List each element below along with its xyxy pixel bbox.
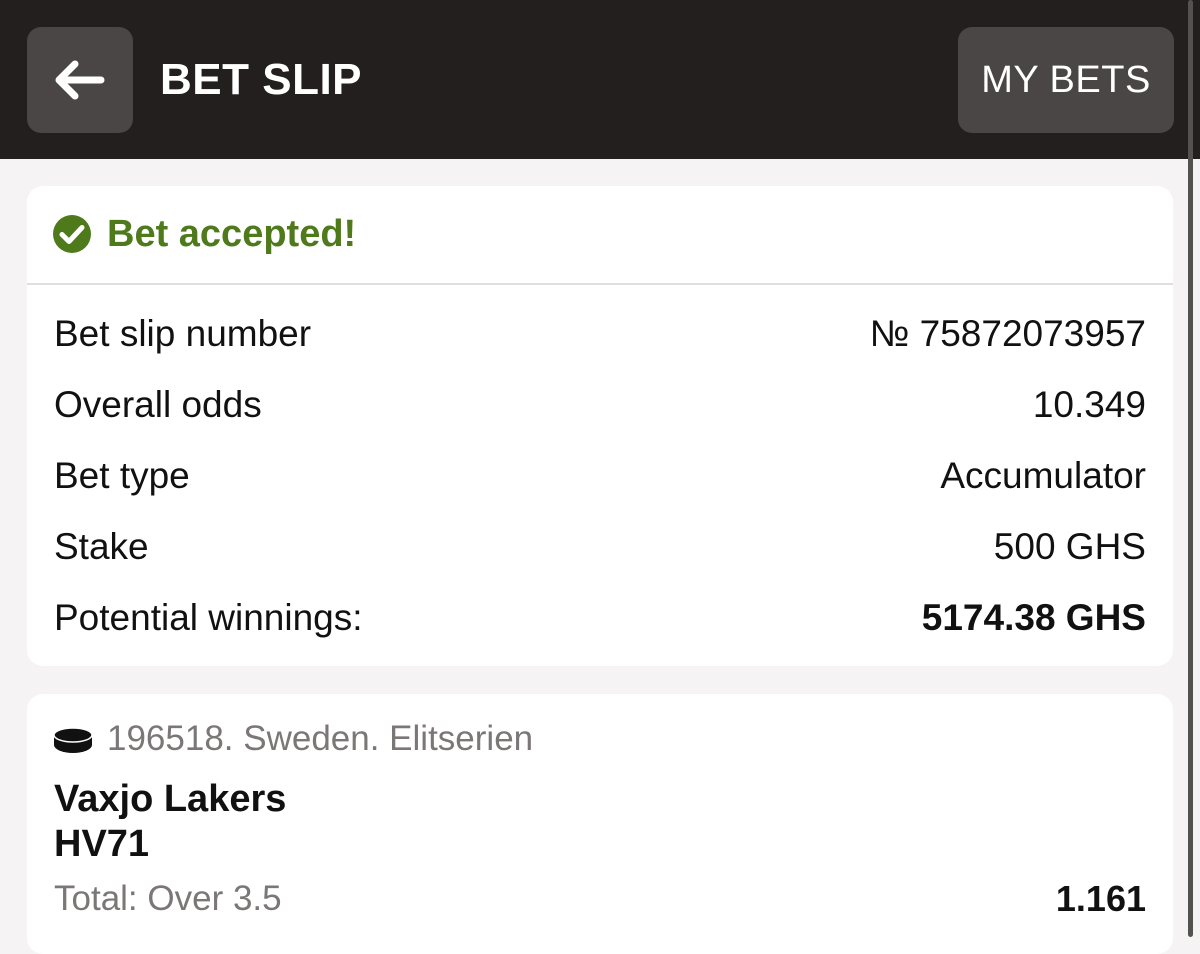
overall-odds-row: Overall odds 10.349 xyxy=(54,377,1146,433)
bet-type-row: Bet type Accumulator xyxy=(54,448,1146,504)
bet-accepted-text: Bet accepted! xyxy=(107,213,357,255)
stake-value: 500 GHS xyxy=(993,526,1146,567)
bet-slip-number-value: № 75872073957 xyxy=(869,313,1146,354)
my-bets-button[interactable]: MY BETS xyxy=(958,27,1174,133)
market-name: Total: Over 3.5 xyxy=(54,879,282,918)
potential-winnings-value: 5174.38 GHS xyxy=(921,597,1146,638)
bet-type-label: Bet type xyxy=(54,455,190,496)
check-circle-icon xyxy=(53,215,91,253)
bet-type-value: Accumulator xyxy=(940,455,1146,496)
event-card[interactable]: 196518. Sweden. Elitserien Vaxjo Lakers … xyxy=(27,694,1173,954)
overall-odds-label: Overall odds xyxy=(54,384,262,425)
potential-winnings-label: Potential winnings: xyxy=(54,597,363,638)
team-home: Vaxjo Lakers xyxy=(54,778,287,820)
potential-winnings-row: Potential winnings: 5174.38 GHS xyxy=(54,590,1146,646)
back-button[interactable] xyxy=(27,27,133,133)
team-away: HV71 xyxy=(54,823,150,865)
bet-slip-number-row: Bet slip number № 75872073957 xyxy=(54,306,1146,362)
back-arrow-icon xyxy=(55,60,105,100)
bet-summary-card: Bet accepted! Bet slip number № 75872073… xyxy=(27,186,1173,666)
status-row: Bet accepted! xyxy=(27,186,1173,285)
selection-odds: 1.161 xyxy=(1055,878,1146,919)
hockey-puck-icon xyxy=(53,727,93,753)
app-header: BET SLIP MY BETS xyxy=(0,0,1200,159)
bet-slip-number-label: Bet slip number xyxy=(54,313,312,354)
scrollbar[interactable] xyxy=(1188,0,1193,937)
overall-odds-value: 10.349 xyxy=(1032,384,1146,425)
league-name: 196518. Sweden. Elitserien xyxy=(107,719,534,758)
stake-row: Stake 500 GHS xyxy=(54,519,1146,575)
stake-label: Stake xyxy=(54,526,149,567)
page-title: BET SLIP xyxy=(160,55,363,104)
